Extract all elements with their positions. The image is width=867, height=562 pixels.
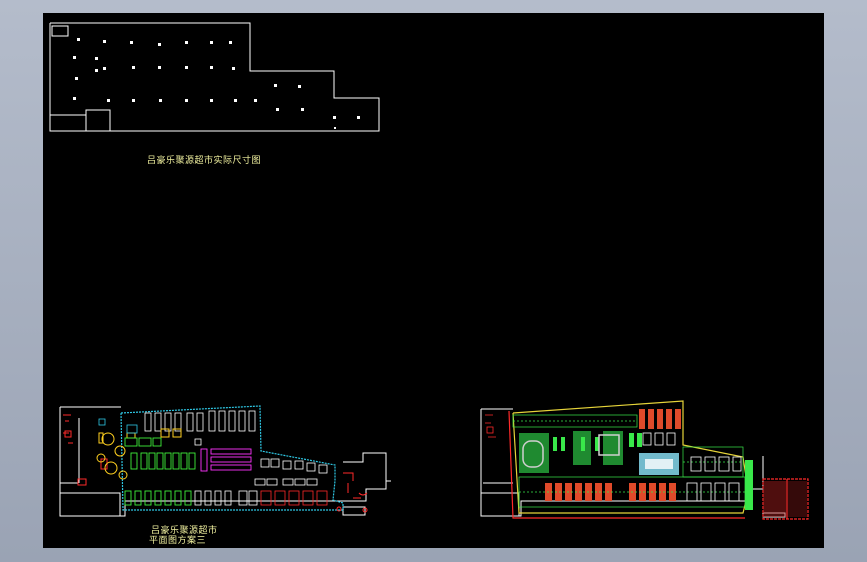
- plan-outline: [49, 22, 380, 132]
- plan3-entry-marks: [485, 414, 496, 438]
- title-actual-size: 吕豪乐聚源超市实际尺寸图: [147, 156, 262, 166]
- plan2-walls: [59, 406, 391, 517]
- actual-size-plan: [49, 22, 380, 132]
- plan2-fixtures: [96, 410, 328, 506]
- cad-model-space: [49, 22, 809, 520]
- floor-plan-colored: [480, 400, 809, 520]
- floor-plan-scheme-three: [59, 405, 391, 517]
- stair-box: [85, 109, 111, 132]
- corner-box: [51, 25, 69, 37]
- entry-box: [49, 114, 87, 132]
- column-grid: [73, 38, 360, 129]
- cad-drawing-canvas[interactable]: 吕豪乐聚源超市实际尺寸图 吕豪乐聚源超市 平面图方案三: [43, 13, 824, 548]
- plan2-perimeter: [120, 405, 344, 511]
- title-scheme-line2: 平面图方案三: [149, 536, 207, 546]
